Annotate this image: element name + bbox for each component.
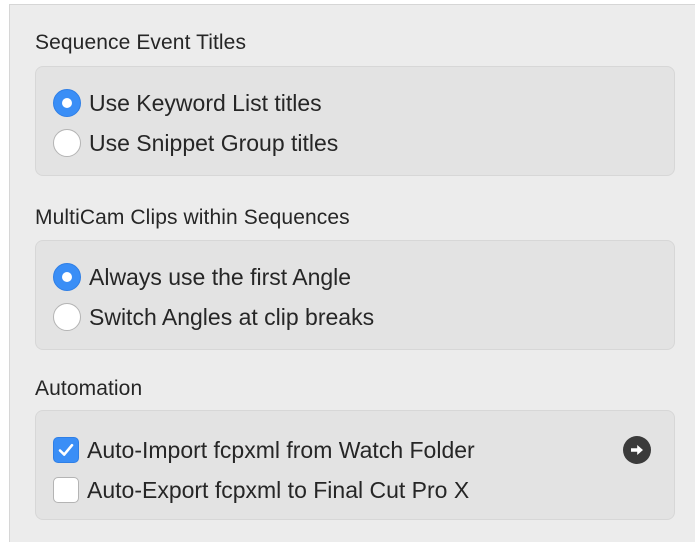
arrow-right-icon bbox=[631, 445, 643, 455]
arrow-right-circle-icon[interactable] bbox=[623, 436, 651, 464]
checkbox-label: Auto-Import fcpxml from Watch Folder bbox=[87, 436, 475, 463]
checkbox-auto-import-fcpxml[interactable]: Auto-Import fcpxml from Watch Folder bbox=[53, 434, 475, 466]
automation-group: Auto-Import fcpxml from Watch Folder Aut… bbox=[35, 410, 675, 520]
section-title-sequence-event-titles: Sequence Event Titles bbox=[35, 31, 247, 54]
section-title-multicam-clips: MultiCam Clips within Sequences bbox=[35, 206, 350, 229]
radio-use-keyword-list-titles[interactable]: Use Keyword List titles bbox=[53, 87, 322, 119]
checkbox-label: Auto-Export fcpxml to Final Cut Pro X bbox=[87, 476, 470, 503]
radio-selected-icon[interactable] bbox=[53, 89, 81, 117]
section-title-automation: Automation bbox=[35, 377, 143, 400]
radio-always-use-first-angle[interactable]: Always use the first Angle bbox=[53, 261, 351, 293]
multicam-clips-group: Always use the first Angle Switch Angles… bbox=[35, 240, 675, 350]
radio-use-snippet-group-titles[interactable]: Use Snippet Group titles bbox=[53, 127, 338, 159]
checkbox-unchecked-icon[interactable] bbox=[53, 477, 79, 503]
preferences-panel: Sequence Event Titles Use Keyword List t… bbox=[9, 4, 695, 542]
radio-label: Switch Angles at clip breaks bbox=[89, 303, 375, 330]
sequence-event-titles-group: Use Keyword List titles Use Snippet Grou… bbox=[35, 66, 675, 176]
radio-label: Use Keyword List titles bbox=[89, 89, 322, 116]
radio-selected-icon[interactable] bbox=[53, 263, 81, 291]
radio-unselected-icon[interactable] bbox=[53, 129, 81, 157]
radio-unselected-icon[interactable] bbox=[53, 303, 81, 331]
radio-switch-angles-at-clip-breaks[interactable]: Switch Angles at clip breaks bbox=[53, 301, 374, 333]
radio-label: Always use the first Angle bbox=[89, 263, 352, 290]
checkbox-checked-icon[interactable] bbox=[53, 437, 79, 463]
checkbox-auto-export-fcpxml[interactable]: Auto-Export fcpxml to Final Cut Pro X bbox=[53, 474, 469, 506]
radio-label: Use Snippet Group titles bbox=[89, 129, 339, 156]
